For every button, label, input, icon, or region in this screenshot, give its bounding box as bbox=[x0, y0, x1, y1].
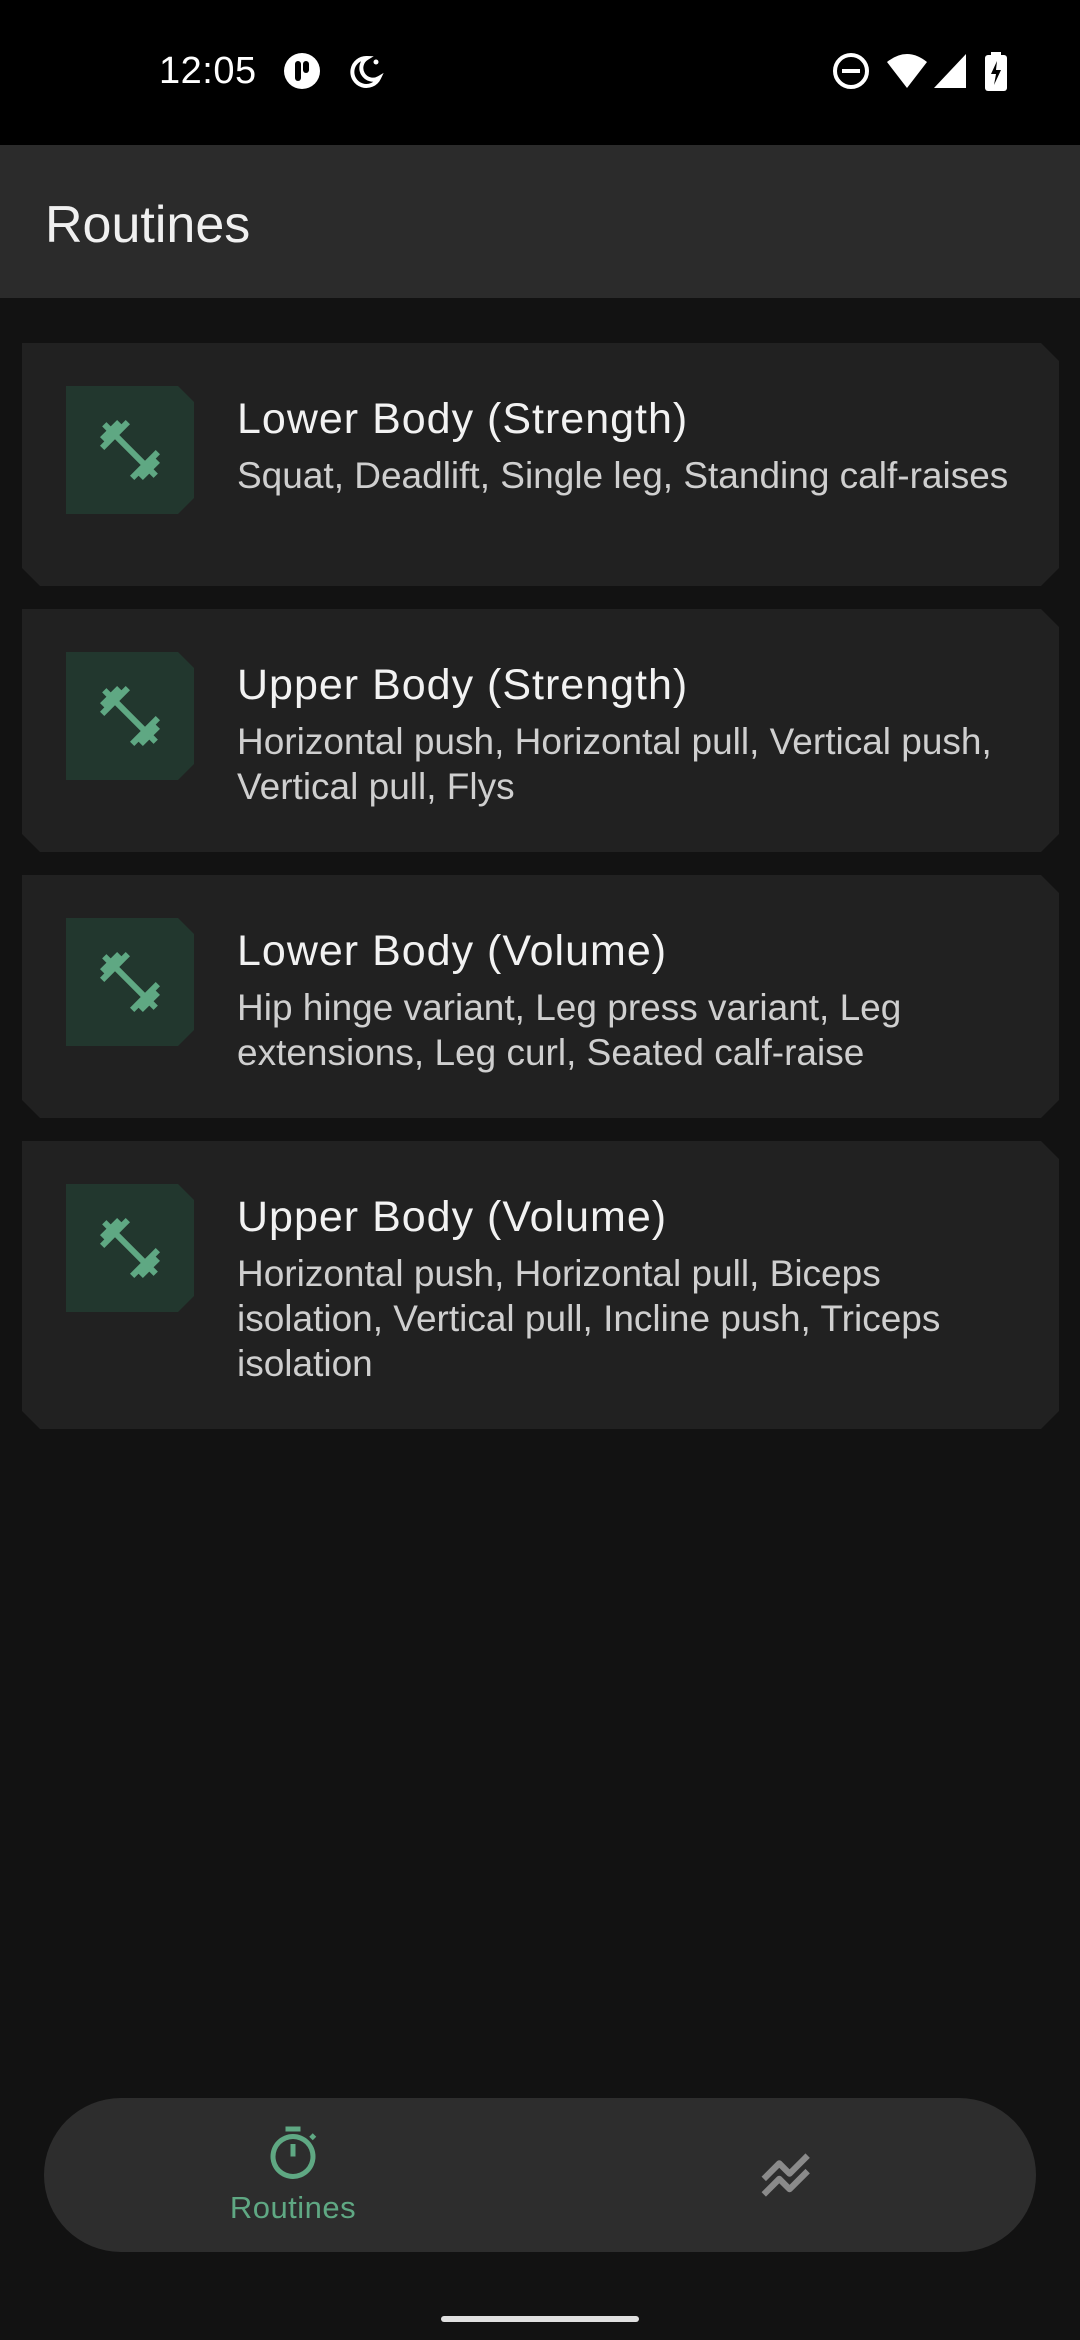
bottom-navigation: Routines bbox=[44, 2098, 1036, 2252]
dnd-icon bbox=[832, 52, 870, 95]
dumbbell-icon bbox=[94, 1212, 166, 1284]
dumbbell-icon bbox=[94, 946, 166, 1018]
routine-title: Lower Body (Strength) bbox=[237, 395, 689, 443]
status-time: 12:05 bbox=[159, 50, 257, 92]
routine-card-lower-body-strength[interactable]: Lower Body (Strength) Squat, Deadlift, S… bbox=[22, 343, 1059, 586]
routine-card-upper-body-strength[interactable]: Upper Body (Strength) Horizontal push, H… bbox=[22, 609, 1059, 852]
notification-icon bbox=[283, 52, 321, 95]
routine-icon-box bbox=[66, 386, 194, 514]
nav-item-routines[interactable]: Routines bbox=[143, 2098, 443, 2252]
routine-description: Horizontal push, Horizontal pull, Biceps… bbox=[237, 1253, 941, 1384]
status-bar: 12:05 bbox=[0, 0, 1080, 145]
page-title: Routines bbox=[45, 196, 251, 254]
routine-title: Upper Body (Volume) bbox=[237, 1193, 668, 1241]
wifi-icon bbox=[885, 52, 929, 95]
battery-icon bbox=[984, 52, 1008, 97]
routine-description: Horizontal push, Horizontal pull, Vertic… bbox=[237, 721, 992, 807]
routine-card-upper-body-volume[interactable]: Upper Body (Volume) Horizontal push, Hor… bbox=[22, 1141, 1059, 1429]
do-not-disturb-moon-icon bbox=[345, 52, 385, 97]
home-indicator[interactable] bbox=[441, 2316, 639, 2322]
app-bar: Routines bbox=[0, 145, 1080, 298]
dumbbell-icon bbox=[94, 414, 166, 486]
routine-description: Hip hinge variant, Leg press variant, Le… bbox=[237, 987, 902, 1073]
nav-label-routines: Routines bbox=[229, 2190, 357, 2225]
cell-signal-icon bbox=[932, 52, 968, 95]
routine-title: Lower Body (Volume) bbox=[237, 927, 668, 975]
routine-card-lower-body-volume[interactable]: Lower Body (Volume) Hip hinge variant, L… bbox=[22, 875, 1059, 1118]
routine-title: Upper Body (Strength) bbox=[237, 661, 689, 709]
routine-icon-box bbox=[66, 1184, 194, 1312]
nav-item-progress[interactable] bbox=[637, 2098, 937, 2252]
dumbbell-icon bbox=[94, 680, 166, 752]
routine-description: Squat, Deadlift, Single leg, Standing ca… bbox=[237, 455, 1009, 496]
routine-icon-box bbox=[66, 652, 194, 780]
timer-icon bbox=[270, 2126, 317, 2179]
routine-icon-box bbox=[66, 918, 194, 1046]
chart-icon bbox=[761, 2153, 810, 2197]
